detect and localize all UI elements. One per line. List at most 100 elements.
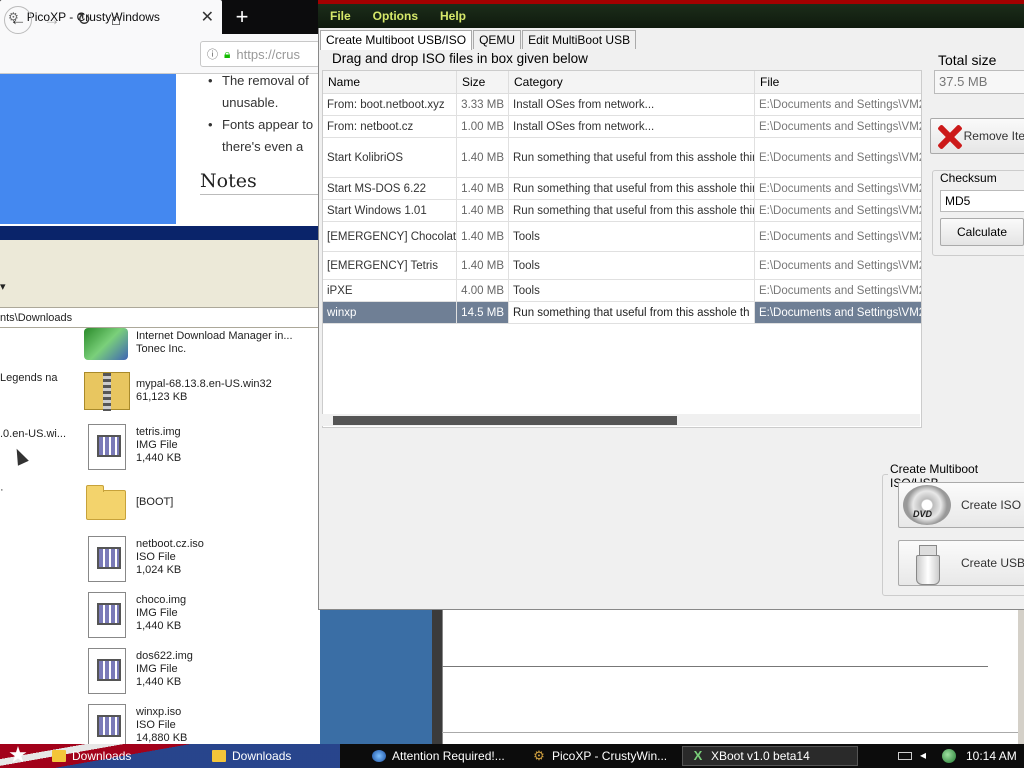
explorer-toolbar <box>0 240 320 308</box>
lock-icon: 🔒︎ <box>224 46 231 61</box>
cell-category[interactable]: Run something that useful from this assh… <box>509 302 755 323</box>
table-row[interactable]: [EMERGENCY] Tetris 1.40 MB Tools E:\Documen… <box>323 252 921 280</box>
table-row[interactable]: Start MS-DOS 6.22 1.40 MB Run something th… <box>323 178 921 200</box>
file-name: dos622.img <box>136 650 193 662</box>
task-label: Attention Required!... <box>392 749 505 763</box>
task-button[interactable]: Attention Required!... <box>364 746 520 766</box>
table-row[interactable]: From: boot.netboot.xyz 3.33 MB Install OSe… <box>323 94 921 116</box>
cell-size: 1.00 MB <box>457 116 509 137</box>
task-button[interactable]: ⚙ PicoXP - CrustyWin... <box>524 746 674 766</box>
cell-name: From: boot.netboot.xyz <box>323 94 457 115</box>
task-label: PicoXP - CrustyWin... <box>552 749 668 763</box>
clock[interactable]: 10:14 AM <box>966 744 1017 768</box>
idm-icon <box>84 328 130 374</box>
cell-category: Install OSes from network... <box>509 94 755 115</box>
total-size-label: Total size <box>938 52 997 68</box>
cell-category: Tools <box>509 280 755 301</box>
disk-image-icon <box>84 704 130 744</box>
cell-size: 1.40 MB <box>457 222 509 251</box>
home-icon[interactable]: ⌂ <box>102 6 130 34</box>
column-header-name[interactable]: Name <box>323 71 457 94</box>
folder-icon <box>84 480 130 526</box>
scrollbar-thumb[interactable] <box>333 416 677 425</box>
cell-file: E:\Documents and Settings\VM2.( <box>755 222 921 251</box>
task-button[interactable]: Downloads <box>204 746 354 766</box>
menu-help[interactable]: Help <box>440 9 466 23</box>
back-icon[interactable]: ← <box>4 6 32 34</box>
cell-file: E:\Documents and Settings\VM2.( <box>755 252 921 279</box>
task-label: Downloads <box>232 749 292 763</box>
file-type: IMG File <box>136 607 178 619</box>
menu-bar: File Options Help <box>318 4 1024 28</box>
network-icon[interactable] <box>942 749 956 763</box>
article-bullet: The removal ofunusable. <box>200 70 320 114</box>
tab-edit-multiboot[interactable]: Edit MultiBoot USB <box>522 30 637 49</box>
cell-size: 1.40 MB <box>457 178 509 199</box>
table-row[interactable]: [EMERGENCY] Chocolate 1.40 MB Tools E:\Docu… <box>323 222 921 252</box>
page-sidebar <box>0 74 176 224</box>
file-name: Internet Download Manager in... <box>136 330 293 342</box>
divider <box>442 666 988 667</box>
file-item[interactable]: [BOOT] <box>84 480 320 530</box>
folder-icon <box>52 750 66 762</box>
tab-qemu[interactable]: QEMU <box>473 30 522 49</box>
new-tab-icon[interactable]: + <box>232 4 252 30</box>
volume-icon[interactable]: ◂ <box>920 748 926 762</box>
table-row[interactable]: iPXE 4.00 MB Tools E:\Documents and Setting… <box>323 280 921 302</box>
file-item[interactable]: choco.img IMG File 1,440 KB <box>84 592 320 642</box>
file-name: [BOOT] <box>136 496 174 508</box>
total-size-field: 37.5 MB <box>934 70 1024 94</box>
disk-image-icon <box>84 648 130 694</box>
drop-hint: Drag and drop ISO files in box given bel… <box>332 51 588 66</box>
table-row[interactable]: Start KolibriOS 1.40 MB Run something that… <box>323 138 921 178</box>
side-marker: · <box>0 484 4 496</box>
article-heading: Notes <box>200 170 320 195</box>
cell-file: E:\Documents and Settings\VM2.( <box>755 178 921 199</box>
file-type: IMG File <box>136 439 178 451</box>
task-button[interactable]: Downloads <box>44 746 194 766</box>
task-label: Downloads <box>72 749 132 763</box>
cell-size: 4.00 MB <box>457 280 509 301</box>
gear-icon: ⚙ <box>533 748 545 763</box>
calculate-button[interactable]: Calculate <box>940 218 1024 246</box>
file-size: 14,880 KB <box>136 732 188 744</box>
tab-create-multiboot[interactable]: Create Multiboot USB/ISO <box>320 30 473 50</box>
column-header-file[interactable]: File <box>755 71 921 94</box>
table-row-selected[interactable]: winxp 14.5 MB Run something that useful fr… <box>323 302 921 324</box>
menu-options[interactable]: Options <box>373 9 418 23</box>
file-item[interactable]: dos622.img IMG File 1,440 KB <box>84 648 320 698</box>
menu-file[interactable]: File <box>330 9 351 23</box>
table-row[interactable]: Start Windows 1.01 1.40 MB Run something t… <box>323 200 921 222</box>
reload-icon[interactable]: ↻ <box>70 6 98 34</box>
file-detail: 61,123 KB <box>136 391 188 403</box>
column-header-category[interactable]: Category <box>509 71 755 94</box>
address-bar[interactable]: nts\Downloads <box>0 308 320 328</box>
url-bar[interactable]: ⓘ 🔒︎ https://crus <box>200 41 320 67</box>
views-dropdown-icon[interactable]: ▾ <box>0 280 6 293</box>
cell-file: E:\Documents and Settings\VM2.( <box>755 138 921 177</box>
iso-file-grid[interactable]: Name Size Category File From: boot.netbo… <box>322 70 922 428</box>
task-button-active[interactable]: X XBoot v1.0 beta14 <box>682 746 858 766</box>
file-item[interactable]: tetris.img IMG File 1,440 KB <box>84 424 320 474</box>
info-icon[interactable]: ⓘ <box>207 46 218 62</box>
cell-category: Run something that useful from this assh… <box>509 178 755 199</box>
column-header-size[interactable]: Size <box>457 71 509 94</box>
create-usb-button[interactable]: Create USB <box>898 540 1024 586</box>
create-iso-button[interactable]: Create ISO <box>898 482 1024 528</box>
start-star-icon[interactable]: ★ <box>6 744 30 768</box>
file-item[interactable]: netboot.cz.iso ISO File 1,024 KB <box>84 536 320 586</box>
checksum-select[interactable]: MD5 <box>940 190 1024 212</box>
cell-file: E:\Documents and Settings\VM2.( <box>755 280 921 301</box>
file-item[interactable]: winxp.iso ISO File 14,880 KB <box>84 704 320 744</box>
file-name: tetris.img <box>136 426 181 438</box>
file-size: 1,440 KB <box>136 676 182 688</box>
tab-close-icon[interactable]: ✕ <box>201 7 214 27</box>
remove-item-button[interactable]: Remove Ite <box>930 118 1024 154</box>
keyboard-icon[interactable] <box>898 752 912 760</box>
article-bullet: Fonts appear tothere's even a <box>200 114 320 158</box>
forward-icon[interactable]: → <box>38 6 66 34</box>
table-row[interactable]: From: netboot.cz 1.00 MB Install OSes from… <box>323 116 921 138</box>
side-label: Legends na <box>0 372 58 384</box>
file-item[interactable]: mypal-68.13.8.en-US.win32 61,123 KB <box>84 370 320 420</box>
checksum-label: Checksum <box>940 171 997 185</box>
